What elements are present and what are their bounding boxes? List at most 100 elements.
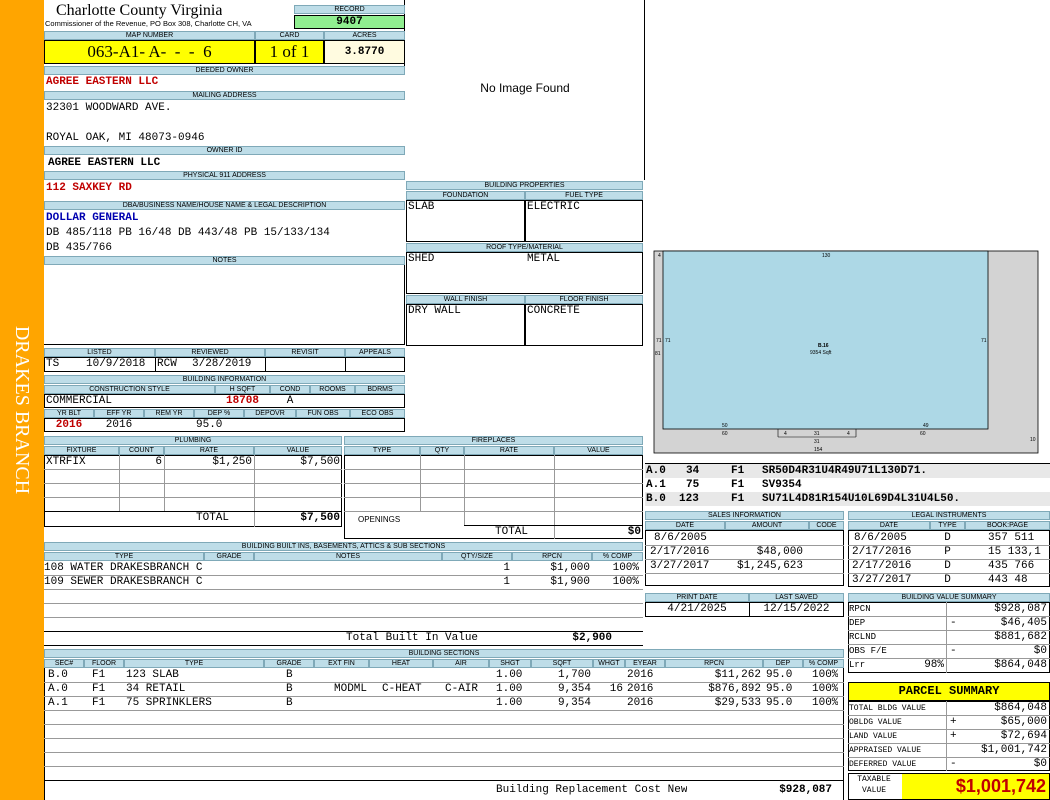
legal-type: P (944, 546, 951, 558)
hsqft-header: H SQFT (215, 385, 270, 394)
roof-header: ROOF TYPE/MATERIAL (406, 243, 643, 252)
sketch-legend-floor: F1 (731, 465, 745, 477)
sketch-label: 71 (665, 338, 671, 344)
effyr-header: EFF YR (94, 409, 144, 418)
notes-area (44, 265, 405, 345)
sketch-legend-desc: SU71L4D81R154U10L69D4L31U4L50. (762, 493, 961, 505)
fireplaces-total-label: TOTAL (495, 526, 529, 538)
sketch-label: 9354 Sqft (810, 350, 832, 356)
value-summary-value: $881,682 (994, 631, 1047, 643)
sketch-label: 4 (847, 431, 850, 437)
listed-date: 10/9/2018 (86, 358, 146, 370)
value-summary-label: Lrr (849, 660, 866, 670)
fireplaces-total: $0 (627, 526, 641, 538)
section-floor: F1 (92, 683, 106, 695)
sections-col: % COMP (803, 659, 844, 668)
dba-name: DOLLAR GENERAL (46, 212, 139, 224)
sketch-section-a0 (662, 250, 989, 430)
section-rpcn: $876,892 (708, 683, 761, 695)
sketch-label: 31 (814, 431, 820, 437)
plumbing-count: 6 (155, 456, 162, 468)
sections-col: SQFT (531, 659, 593, 668)
value-summary-label: RPCN (849, 604, 871, 614)
sections-col: RPCN (665, 659, 763, 668)
value-summary-label: DEP (849, 618, 866, 628)
sales-col-date: DATE (645, 521, 725, 530)
sketch-label: 31 (814, 439, 820, 445)
sales-date: 8/6/2005 (654, 532, 707, 544)
notes-header: NOTES (44, 256, 405, 265)
section-type: 75 SPRINKLERS (126, 697, 212, 709)
sketch-label: 130 (822, 253, 831, 259)
built-in-rpcn: $1,900 (550, 576, 590, 588)
roof-type: SHED (408, 253, 435, 265)
sketch-label: 71 (981, 338, 987, 344)
section-grade: B (286, 683, 293, 695)
effyr-value: 2016 (105, 419, 133, 431)
no-image-text: No Image Found (480, 82, 570, 95)
taxable-label-2: VALUE (861, 786, 886, 795)
section-comp: 100% (812, 697, 839, 709)
sketch-legend-area: 123 (679, 493, 699, 505)
yrblt-value: 2016 (55, 419, 83, 431)
sketch-label: 49 (923, 423, 929, 429)
sketch-label: 10 (1030, 437, 1036, 443)
card-header: CARD (255, 31, 324, 40)
built-ins-header: BUILDING BUILT INS, BASEMENTS, ATTICS & … (44, 542, 643, 551)
section-ext: MODML (334, 683, 368, 695)
listed-header: LISTED (44, 348, 155, 357)
revisit-header: REVISIT (265, 348, 345, 357)
sketch-label: 4 (658, 253, 661, 259)
parcel-value: $1,001,742 (980, 744, 1047, 756)
section-sec: A.1 (48, 697, 68, 709)
building-properties-header: BUILDING PROPERTIES (406, 181, 643, 190)
sales-amount: $1,245,623 (736, 560, 803, 572)
replacement-cost-label: Building Replacement Cost New (496, 784, 688, 796)
built-in-comp: 100% (612, 562, 639, 574)
map-number-header: MAP NUMBER (44, 31, 255, 40)
mailing-line-1: 32301 WOODWARD AVE. (46, 102, 172, 114)
plumbing-header: PLUMBING (44, 436, 342, 445)
sketch-legend-code: A.0 (646, 465, 666, 477)
plumbing-col-rate: RATE (164, 446, 254, 455)
fuel-type-header: FUEL TYPE (525, 191, 643, 200)
section-sqft: 1,700 (557, 669, 591, 681)
section-dep: 95.0 (766, 697, 793, 709)
plumbing-total-label: TOTAL (196, 512, 230, 524)
building-sketch: 130 71 71 81 71 B.16 9354 Sqft 50 60 49 … (653, 250, 1039, 454)
last-saved-date: 12/15/2022 (763, 603, 830, 615)
appeals-header: APPEALS (345, 348, 405, 357)
section-comp: 100% (812, 683, 839, 695)
legal-type: D (944, 532, 951, 544)
legal-header: LEGAL INSTRUMENTS (848, 511, 1050, 520)
record-header: RECORD (294, 5, 405, 14)
print-date: 4/21/2025 (667, 603, 727, 615)
sketch-legend-desc: SR50D4R31U4R49U71L130D71. (762, 465, 928, 477)
sketch-label: 60 (920, 431, 926, 437)
sales-header: SALES INFORMATION (645, 511, 844, 520)
legal-col-type: TYPE (930, 521, 965, 530)
dep-value: 95.0 (196, 419, 223, 431)
built-ins-col-type: TYPE (44, 552, 204, 561)
legal-book: 15 133,1 (988, 546, 1041, 558)
built-ins-col-rpcn: RPCN (512, 552, 592, 561)
yrblt-header: YR BLT (44, 409, 94, 418)
sketch-legend-floor: F1 (731, 493, 745, 505)
deeded-owner: AGREE EASTERN LLC (46, 76, 159, 88)
section-eyear: 2016 (627, 683, 654, 695)
owner-id: AGREE EASTERN LLC (48, 157, 161, 169)
built-in-type: 108 WATER DRAKESBRANCH C (44, 562, 203, 574)
reviewed-header: REVIEWED (155, 348, 265, 357)
sales-col-code: CODE (809, 521, 844, 530)
plumbing-value: $7,500 (300, 456, 340, 468)
floor-finish: CONCRETE (527, 305, 580, 317)
physical-address: 112 SAXKEY RD (46, 182, 132, 194)
legal-book: 357 511 (988, 532, 1035, 544)
section-sec: A.0 (48, 683, 68, 695)
acres-header: ACRES (324, 31, 405, 40)
sales-amount: $48,000 (756, 546, 803, 558)
parcel-label: OBLDG VALUE (849, 718, 902, 727)
sections-col: HEAT (369, 659, 433, 668)
value-summary-value: $928,087 (994, 603, 1047, 615)
sections-col: EYEAR (625, 659, 665, 668)
